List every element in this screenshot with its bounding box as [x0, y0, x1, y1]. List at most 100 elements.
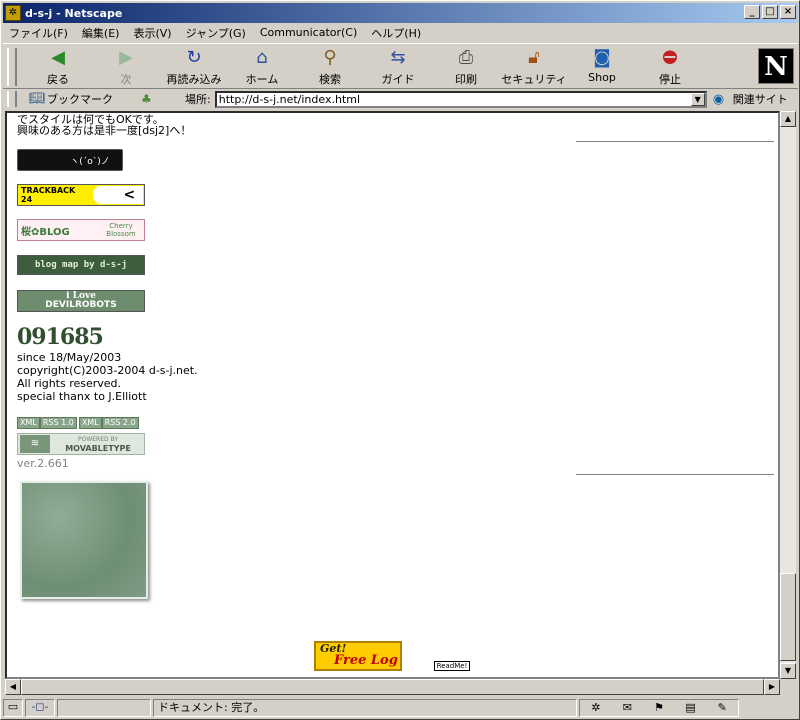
- page-proxy-icon[interactable]: ♣: [141, 92, 155, 106]
- trackback-banner-count: 24: [21, 195, 33, 204]
- sidebar-divider: [576, 141, 774, 142]
- sakura-blog-title: 桜✿BLOG: [21, 226, 70, 238]
- related-sites-label: 関連サイト: [732, 93, 788, 106]
- sakura-blog-banner[interactable]: 桜✿BLOG Cherry Blossom: [17, 219, 145, 241]
- toolbar-grip[interactable]: [7, 48, 17, 86]
- readme-link[interactable]: ReadMe!: [434, 661, 470, 671]
- trackback-banner[interactable]: TRACKBACK 24 <: [17, 184, 145, 206]
- status-text: ドキュメント: 完了。: [153, 699, 577, 717]
- security-lock-icon: 🔓︎: [528, 47, 540, 68]
- related-sites-button[interactable]: ◉ 関連サイト: [713, 91, 788, 107]
- guide-button[interactable]: ⇆ ガイド: [365, 48, 431, 88]
- forward-label: 次: [120, 73, 132, 86]
- navigation-toolbar: ◀ 戻る ▶ 次 ↻ 再読み込み ⌂ ホーム ⚲ 検索 ⇆ ガイド ⎙ 印刷 🔓…: [3, 43, 798, 89]
- location-toolbar: 📖︎ ブックマーク ♣ 場所: http://d-s-j.net/index.h…: [3, 89, 798, 109]
- search-icon: ⚲: [323, 47, 337, 68]
- movabletype-text: MOVABLETYPE: [65, 444, 131, 453]
- print-icon: ⎙: [458, 47, 474, 68]
- stop-label: 停止: [659, 73, 681, 86]
- print-label: 印刷: [455, 73, 477, 86]
- menu-view[interactable]: 表示(V): [133, 25, 171, 41]
- forward-button[interactable]: ▶ 次: [93, 48, 159, 88]
- newsgroups-icon[interactable]: ⚑: [650, 701, 668, 715]
- scroll-left-icon[interactable]: ◀: [5, 679, 21, 695]
- blog-map-text: blog map by d-s-j: [34, 260, 128, 270]
- rss2-label: RSS 2.0: [101, 417, 139, 429]
- home-icon: ⌂: [256, 47, 268, 68]
- menu-file[interactable]: ファイル(F): [9, 25, 68, 41]
- composer-icon[interactable]: ✎: [713, 701, 731, 715]
- related-sites-icon: ◉: [712, 91, 725, 107]
- back-label: 戻る: [47, 73, 69, 86]
- shop-button[interactable]: ◙ Shop: [569, 48, 635, 88]
- url-input[interactable]: http://d-s-j.net/index.html ▼: [214, 90, 707, 108]
- reload-button[interactable]: ↻ 再読み込み: [161, 48, 227, 88]
- footer-rights: All rights reserved.: [17, 377, 122, 390]
- url-dropdown-icon[interactable]: ▼: [690, 92, 705, 106]
- reload-icon: ↻: [186, 47, 202, 68]
- scroll-down-icon[interactable]: ▼: [780, 663, 796, 679]
- stop-button[interactable]: ⛔︎ 停止: [637, 48, 703, 88]
- devilrobots-bottom: DEVILROBOTS: [45, 300, 117, 310]
- scroll-up-icon[interactable]: ▲: [780, 111, 796, 127]
- address-book-icon[interactable]: ▤: [682, 701, 700, 715]
- face-banner-text: ヽ(´o`)ノ: [70, 156, 110, 167]
- menu-help[interactable]: ヘルプ(H): [371, 25, 421, 41]
- location-toolbar-grip[interactable]: [7, 91, 17, 107]
- get-free-log-banner[interactable]: Get! Free Log: [314, 641, 402, 671]
- netscape-app-icon[interactable]: ✲: [5, 5, 21, 21]
- rss-links: XML RSS 1.0 XML RSS 2.0: [17, 417, 139, 429]
- security-status-cell[interactable]: ▭: [3, 699, 23, 717]
- horizontal-scrollbar[interactable]: ◀ ▶: [5, 679, 780, 695]
- menu-edit[interactable]: 編集(E): [82, 25, 120, 41]
- menu-go[interactable]: ジャンプ(G): [186, 25, 246, 41]
- back-button[interactable]: ◀ 戻る: [25, 48, 91, 88]
- texture-image: [20, 481, 148, 599]
- vertical-scroll-thumb[interactable]: [780, 573, 796, 661]
- access-counter: 091685: [17, 324, 104, 350]
- face-banner[interactable]: ヽ(´o`)ノ: [17, 149, 123, 171]
- shop-label: Shop: [588, 71, 616, 84]
- mail-icon[interactable]: ✉: [618, 701, 636, 715]
- movabletype-badge[interactable]: ≋ POWERED BY MOVABLETYPE: [17, 433, 145, 455]
- print-button[interactable]: ⎙ 印刷: [433, 48, 499, 88]
- bookmarks-label: ブックマーク: [47, 93, 113, 106]
- search-button[interactable]: ⚲ 検索: [297, 48, 363, 88]
- sidebar-divider-2: [576, 474, 774, 475]
- page-content[interactable]: でスタイルは何でもOKです。 興味のある方は是非一度[dsj2]へ！ ヽ(´o`…: [5, 111, 780, 679]
- window-title: d-s-j - Netscape: [25, 6, 123, 20]
- rss1-label: RSS 1.0: [39, 417, 77, 429]
- status-bar: ▭ -◻- ドキュメント: 完了。 ✲ ✉ ⚑ ▤ ✎: [3, 698, 798, 718]
- scroll-right-icon[interactable]: ▶: [764, 679, 780, 695]
- home-button[interactable]: ⌂ ホーム: [229, 48, 295, 88]
- blog-map-banner[interactable]: blog map by d-s-j: [17, 255, 145, 275]
- bookmarks-button[interactable]: 📖︎ ブックマーク: [29, 91, 113, 107]
- intro-text-line2: 興味のある方は是非一度[dsj2]へ！: [17, 124, 192, 137]
- minimize-button[interactable]: _: [744, 5, 760, 19]
- connection-plug-icon: -◻-: [31, 700, 49, 713]
- security-button[interactable]: 🔓︎ セキュリティ: [501, 48, 567, 88]
- horizontal-scroll-thumb[interactable]: [21, 679, 764, 695]
- footer-thanks: special thanx to J.Elliott: [17, 390, 147, 403]
- footer-since: since 18/May/2003: [17, 351, 122, 364]
- menu-communicator[interactable]: Communicator(C): [260, 26, 357, 39]
- location-label: 場所:: [185, 93, 211, 106]
- connection-status-cell: -◻-: [25, 699, 55, 717]
- trackback-banner-title: TRACKBACK: [21, 186, 76, 195]
- devilrobots-banner[interactable]: i Love DEVILROBOTS: [17, 290, 145, 312]
- vertical-scrollbar[interactable]: ▲ ▼: [780, 111, 796, 679]
- security-label: セキュリティ: [501, 73, 567, 86]
- guide-icon: ⇆: [390, 47, 406, 68]
- close-button[interactable]: ×: [780, 5, 796, 19]
- netscape-logo[interactable]: N: [758, 48, 794, 84]
- maximize-button[interactable]: □: [762, 5, 778, 19]
- title-bar[interactable]: ✲ d-s-j - Netscape _ □ ×: [3, 3, 798, 23]
- rss2-badge[interactable]: XML RSS 2.0: [78, 417, 139, 429]
- rss1-badge[interactable]: XML RSS 1.0: [17, 417, 77, 429]
- security-status-icon: ▭: [7, 700, 19, 713]
- browser-window: ✲ d-s-j - Netscape _ □ × ファイル(F) 編集(E) 表…: [0, 0, 800, 720]
- get-free-log-bottom: Free Log: [334, 653, 398, 668]
- navigator-icon[interactable]: ✲: [587, 701, 605, 715]
- sakura-blog-subtitle: Cherry Blossom: [106, 222, 136, 238]
- progress-cell: [57, 699, 151, 717]
